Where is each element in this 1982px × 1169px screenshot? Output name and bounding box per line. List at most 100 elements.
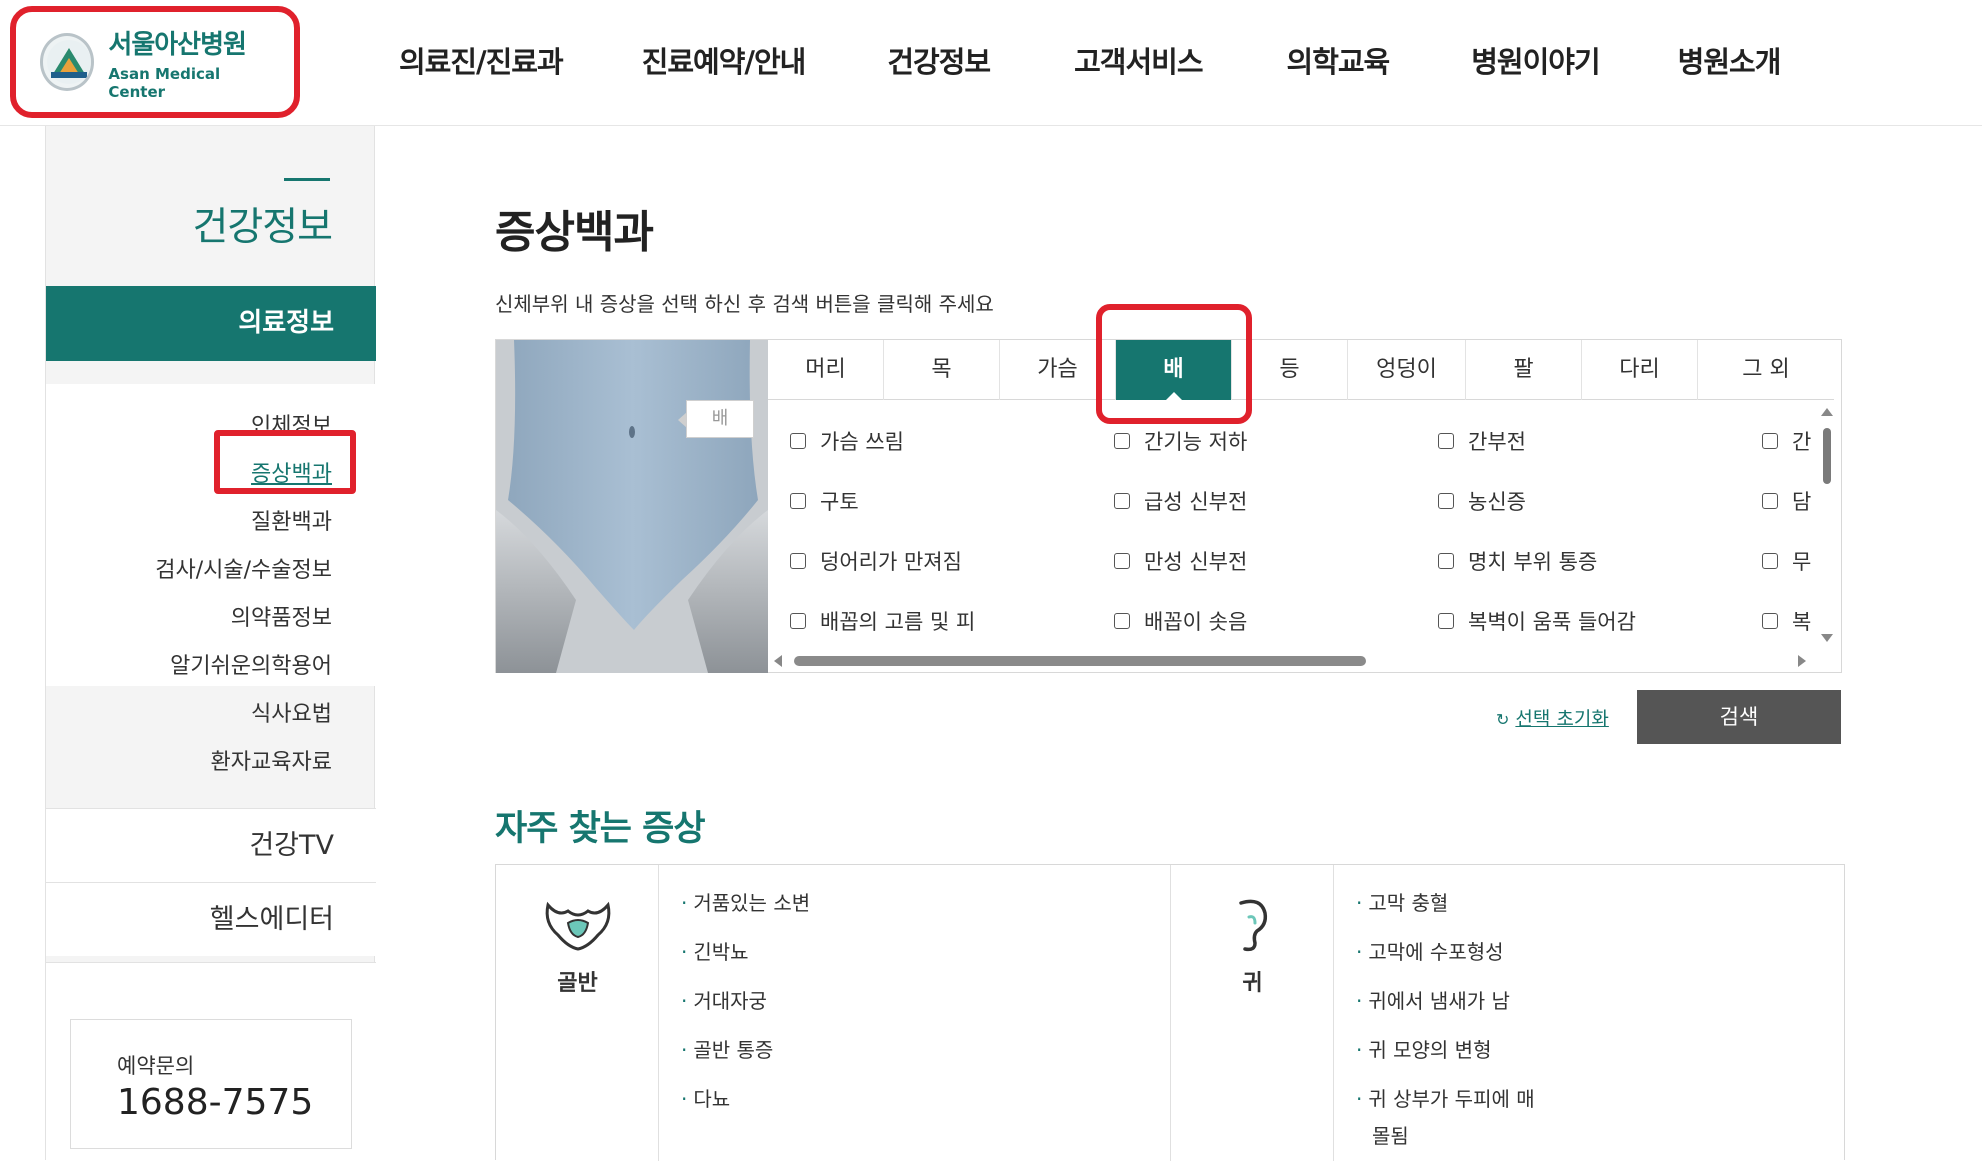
checkbox-icon[interactable] (1114, 553, 1130, 569)
symptom-checkbox[interactable]: 간부전 (1438, 426, 1526, 456)
vertical-scrollbar[interactable] (1821, 408, 1833, 642)
nav-item-medical-education[interactable]: 의학교육 (1287, 39, 1391, 81)
sidebar-item-procedures[interactable]: 검사/시술/수술정보 (155, 552, 332, 584)
tab-other[interactable]: 그 외 (1698, 340, 1834, 400)
nav-item-reservation[interactable]: 진료예약/안내 (642, 39, 807, 81)
symptom-checkbox[interactable]: 덩어리가 만져짐 (790, 546, 962, 576)
checkbox-icon[interactable] (1438, 553, 1454, 569)
sidebar-item-patient-education[interactable]: 환자교육자료 (211, 744, 332, 776)
frequent-symptom-link[interactable]: · 골반 통증 (681, 1034, 810, 1063)
frequent-symptom-link-continued[interactable]: 몰됨 (1356, 1120, 1535, 1149)
logo-highlight-box (10, 6, 300, 118)
tab-neck[interactable]: 목 (884, 340, 1000, 400)
checkbox-icon[interactable] (1438, 433, 1454, 449)
reset-selection-link[interactable]: ↻ 선택 초기화 (1496, 704, 1609, 731)
checkbox-icon[interactable] (1762, 493, 1778, 509)
frequent-symptoms-table: 골반 · 거품있는 소변 · 긴박뇨 · 거대자궁 · 골반 통증 · 다뇨 귀 · 고막 … (495, 864, 1846, 1161)
horizontal-scroll-thumb[interactable] (794, 656, 1366, 666)
symptom-checkbox[interactable]: 구토 (790, 486, 859, 516)
checkbox-icon[interactable] (790, 433, 806, 449)
symptom-checkbox[interactable]: 만성 신부전 (1114, 546, 1247, 576)
vertical-scroll-thumb[interactable] (1823, 428, 1831, 484)
checkbox-icon[interactable] (790, 553, 806, 569)
tab-highlight-box (1096, 304, 1252, 424)
checkbox-icon[interactable] (1438, 493, 1454, 509)
symptom-checkbox[interactable]: 배꼽이 솟음 (1114, 606, 1247, 636)
frequent-group-list: · 고막 충혈 · 고막에 수포형성 · 귀에서 냄새가 남 · 귀 모양의 변형 · 귀… (1334, 865, 1846, 1161)
checkbox-icon[interactable] (790, 613, 806, 629)
sidebar-contact-area: 예약문의 1688-7575 (46, 962, 376, 1160)
scroll-down-icon[interactable] (1821, 634, 1833, 642)
frequent-symptom-link[interactable]: · 다뇨 (681, 1083, 810, 1112)
body-part-label: 배 (678, 400, 754, 438)
symptom-checkbox[interactable]: 복벽이 움푹 들어감 (1438, 606, 1636, 636)
scroll-up-icon[interactable] (1821, 408, 1833, 416)
search-button[interactable]: 검색 (1637, 690, 1841, 744)
tab-head[interactable]: 머리 (768, 340, 884, 400)
symptom-checkbox[interactable]: 무 (1762, 546, 1811, 576)
checkbox-icon[interactable] (790, 493, 806, 509)
symptom-checkbox[interactable]: 복 (1762, 606, 1811, 636)
symptom-checkbox[interactable]: 배꼽의 고름 및 피 (790, 606, 975, 636)
nav-item-doctors[interactable]: 의료진/진료과 (399, 39, 564, 81)
body-part-image: 배 (496, 340, 768, 673)
frequent-symptoms-title: 자주 찾는 증상 (495, 809, 706, 849)
sidebar-item-diet[interactable]: 식사요법 (251, 696, 332, 728)
checkbox-icon[interactable] (1762, 613, 1778, 629)
horizontal-scrollbar[interactable] (774, 652, 1810, 668)
page-description: 신체부위 내 증상을 선택 하신 후 검색 버튼을 클릭해 주세요 (495, 292, 994, 316)
frequent-symptom-link[interactable]: · 고막에 수포형성 (1356, 936, 1535, 965)
symptom-checkbox-grid: 가슴 쓰림 간기능 저하 간부전 간 구토 급성 신부전 농신증 담 덩어리가 … (768, 400, 1834, 660)
symptom-checkbox[interactable]: 담 (1762, 486, 1811, 516)
sidebar-item-health-tv[interactable]: 건강TV (46, 808, 376, 882)
nav-item-hospital-story[interactable]: 병원이야기 (1471, 39, 1600, 81)
submenu-highlight-box (214, 430, 356, 494)
tab-arm[interactable]: 팔 (1466, 340, 1582, 400)
sidebar-title: 건강정보 (192, 205, 333, 250)
frequent-symptom-link[interactable]: · 거품있는 소변 (681, 887, 810, 916)
tab-buttocks[interactable]: 엉덩이 (1348, 340, 1466, 400)
frequent-symptom-link[interactable]: · 귀 상부가 두피에 매 (1356, 1083, 1535, 1112)
checkbox-icon[interactable] (1438, 613, 1454, 629)
frequent-group-header: 골반 (496, 865, 659, 1161)
sidebar-section-medical-info[interactable]: 의료정보 (46, 286, 376, 361)
sidebar-item-medical-terms[interactable]: 알기쉬운의학용어 (170, 648, 332, 680)
frequent-group-list: · 거품있는 소변 · 긴박뇨 · 거대자궁 · 골반 통증 · 다뇨 (659, 865, 1171, 1161)
checkbox-icon[interactable] (1114, 433, 1130, 449)
ear-icon (1227, 895, 1277, 959)
checkbox-icon[interactable] (1114, 493, 1130, 509)
refresh-icon: ↻ (1496, 710, 1510, 729)
symptom-checkbox[interactable]: 간기능 저하 (1114, 426, 1247, 456)
contact-label: 예약문의 (117, 1054, 195, 1078)
frequent-group-name: 귀 (1242, 971, 1263, 996)
tab-leg[interactable]: 다리 (1582, 340, 1698, 400)
checkbox-icon[interactable] (1762, 433, 1778, 449)
site-header: 서울아산병원 Asan Medical Center 의료진/진료과 진료예약/… (0, 0, 1982, 126)
scroll-left-icon[interactable] (774, 655, 782, 667)
frequent-symptom-link[interactable]: · 귀 모양의 변형 (1356, 1034, 1535, 1063)
frequent-symptom-link[interactable]: · 고막 충혈 (1356, 887, 1535, 916)
checkbox-icon[interactable] (1762, 553, 1778, 569)
symptom-checkbox[interactable]: 가슴 쓰림 (790, 426, 904, 456)
sidebar: 건강정보 의료정보 인체정보 증상백과 질환백과 검사/시술/수술정보 의약품정… (45, 126, 376, 1160)
scroll-right-icon[interactable] (1798, 655, 1806, 667)
reservation-contact-box: 예약문의 1688-7575 (70, 1019, 352, 1149)
pelvis-icon (540, 895, 616, 959)
body-part-tabs: 머리 목 가슴 배 등 엉덩이 팔 다리 그 외 (768, 340, 1834, 401)
sidebar-item-drugs[interactable]: 의약품정보 (231, 600, 332, 632)
sidebar-item-health-editor[interactable]: 헬스에디터 (46, 882, 376, 956)
symptom-checkbox[interactable]: 농신증 (1438, 486, 1526, 516)
nav-item-about[interactable]: 병원소개 (1678, 39, 1782, 81)
checkbox-icon[interactable] (1114, 613, 1130, 629)
contact-phone: 1688-7575 (117, 1082, 314, 1123)
frequent-symptom-link[interactable]: · 긴박뇨 (681, 936, 810, 965)
nav-item-customer-service[interactable]: 고객서비스 (1074, 39, 1203, 81)
sidebar-item-diseases[interactable]: 질환백과 (251, 504, 332, 536)
frequent-symptom-link[interactable]: · 거대자궁 (681, 985, 810, 1014)
symptom-checkbox[interactable]: 급성 신부전 (1114, 486, 1247, 516)
symptom-checkbox[interactable]: 간 (1762, 426, 1811, 456)
symptom-checkbox[interactable]: 명치 부위 통증 (1438, 546, 1597, 576)
frequent-symptom-link[interactable]: · 귀에서 냄새가 남 (1356, 985, 1535, 1014)
nav-item-health-info[interactable]: 건강정보 (887, 39, 991, 81)
main-nav: 의료진/진료과 진료예약/안내 건강정보 고객서비스 의학교육 병원이야기 병원… (370, 0, 1782, 120)
